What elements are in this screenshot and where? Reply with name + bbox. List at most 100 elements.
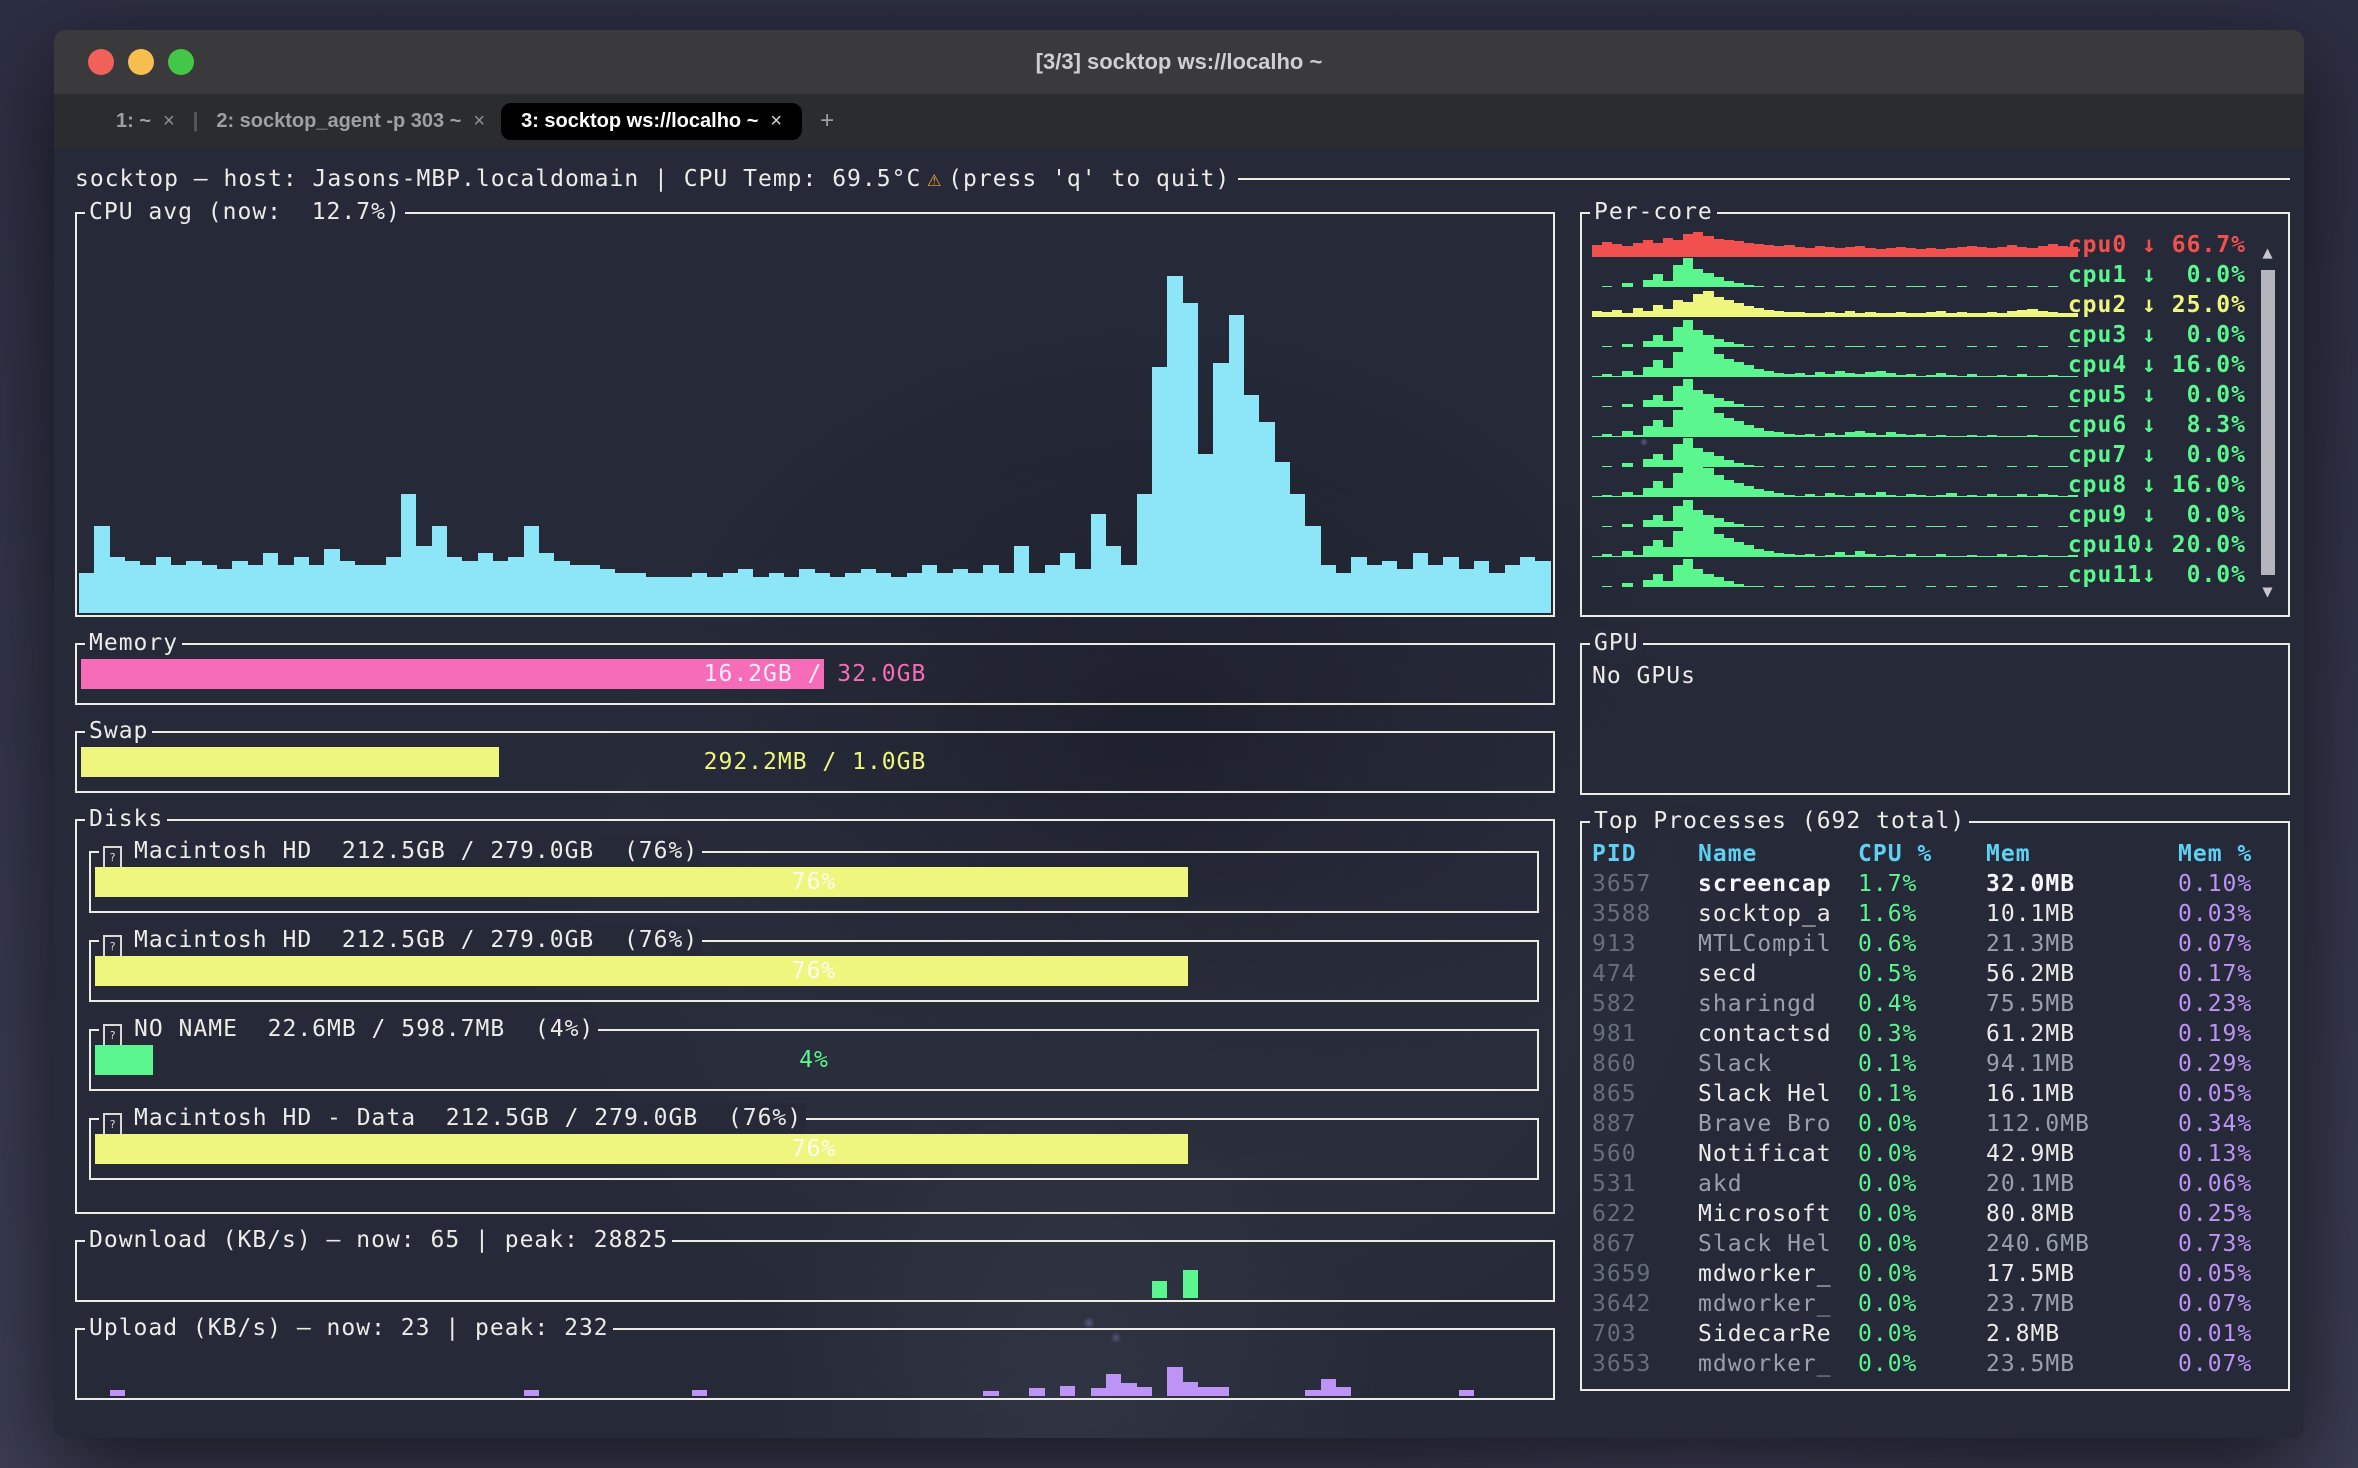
tab-2[interactable]: 2: socktop_agent -p 303 ~× bbox=[200, 103, 501, 140]
cpu11-spark-bar bbox=[1795, 586, 1805, 587]
tab-3-close-icon[interactable]: × bbox=[770, 110, 782, 133]
cpu-avg-bar bbox=[493, 561, 508, 613]
window-titlebar[interactable]: [3/3] socktop ws://localho ~ bbox=[54, 30, 2304, 94]
new-tab-button[interactable]: + bbox=[802, 107, 852, 135]
process-pid: 3588 bbox=[1592, 899, 1698, 929]
process-name: Slack Hel bbox=[1698, 1079, 1858, 1109]
tab-2-close-icon[interactable]: × bbox=[473, 110, 485, 133]
tab-1-close-icon[interactable]: × bbox=[163, 110, 175, 133]
process-mem: 42.9MB bbox=[1986, 1139, 2178, 1169]
process-row[interactable]: 887Brave Bro0.0%112.0MB0.34% bbox=[1592, 1109, 2278, 1139]
per-core-panel: Per-core cpu0 ↓ 66.7%cpu1 ↓ 0.0%cpu2 ↓ 2… bbox=[1580, 212, 2290, 617]
process-row[interactable]: 3642mdworker_0.0%23.7MB0.07% bbox=[1592, 1289, 2278, 1319]
cpu9-label: cpu9 ↓ 0.0% bbox=[2068, 500, 2246, 530]
disk-0-meter: 76%76% bbox=[95, 867, 1533, 897]
cpu-avg-bar bbox=[1305, 526, 1320, 613]
process-row[interactable]: 865Slack Hel0.1%16.1MB0.05% bbox=[1592, 1079, 2278, 1109]
process-row[interactable]: 703SidecarRe0.0%2.8MB0.01% bbox=[1592, 1319, 2278, 1349]
col-header-cpu[interactable]: CPU % bbox=[1858, 839, 1986, 869]
cpu0-label: cpu0 ↓ 66.7% bbox=[2068, 230, 2246, 260]
gpu-panel: GPU No GPUs bbox=[1580, 643, 2290, 795]
cpu-avg-bar bbox=[1106, 546, 1121, 613]
download-bar bbox=[1183, 1270, 1198, 1298]
col-header-mem[interactable]: Mem bbox=[1986, 839, 2178, 869]
cpu-avg-bar bbox=[570, 565, 585, 613]
cpu11-spark-bar bbox=[1673, 565, 1683, 587]
process-pid: 474 bbox=[1592, 959, 1698, 989]
cpu-avg-bar bbox=[432, 526, 447, 613]
cpu11-spark-bar bbox=[1825, 586, 1835, 587]
upload-bar bbox=[1167, 1367, 1182, 1396]
zoom-window-button[interactable] bbox=[168, 49, 194, 75]
disk-3-title: ?Macintosh HD - Data 212.5GB / 279.0GB (… bbox=[99, 1103, 806, 1133]
scroll-up-icon[interactable]: ▲ bbox=[2262, 242, 2273, 264]
process-name: contactsd bbox=[1698, 1019, 1858, 1049]
process-memp: 0.19% bbox=[2178, 1019, 2278, 1049]
process-cpu: 0.1% bbox=[1858, 1079, 1986, 1109]
col-header-name[interactable]: Name bbox=[1698, 839, 1858, 869]
process-row[interactable]: 913MTLCompil0.6%21.3MB0.07% bbox=[1592, 929, 2278, 959]
scrollbar-thumb[interactable] bbox=[2261, 270, 2275, 575]
cpu-avg-bar bbox=[401, 494, 416, 613]
upload-bar bbox=[1106, 1374, 1121, 1396]
cpu-avg-bar bbox=[1137, 494, 1152, 613]
process-row[interactable]: 560Notificat0.0%42.9MB0.13% bbox=[1592, 1139, 2278, 1169]
process-memp: 0.73% bbox=[2178, 1229, 2278, 1259]
core-rows: cpu0 ↓ 66.7%cpu1 ↓ 0.0%cpu2 ↓ 25.0%cpu3 … bbox=[1592, 230, 2246, 590]
process-mem: 23.5MB bbox=[1986, 1349, 2178, 1379]
tab-3-active[interactable]: 3: socktop ws://localho ~× bbox=[501, 103, 802, 140]
cpu11-spark-bar bbox=[2058, 586, 2068, 587]
process-pid: 582 bbox=[1592, 989, 1698, 1019]
process-cpu: 1.6% bbox=[1858, 899, 1986, 929]
minimize-window-button[interactable] bbox=[128, 49, 154, 75]
process-row[interactable]: 474secd0.5%56.2MB0.17% bbox=[1592, 959, 2278, 989]
process-row[interactable]: 3653mdworker_0.0%23.5MB0.07% bbox=[1592, 1349, 2278, 1379]
close-window-button[interactable] bbox=[88, 49, 114, 75]
cpu-avg-bar bbox=[156, 557, 171, 613]
process-row[interactable]: 582sharingd0.4%75.5MB0.23% bbox=[1592, 989, 2278, 1019]
cpu-avg-bar bbox=[524, 526, 539, 613]
traffic-lights bbox=[88, 30, 194, 94]
cpu-avg-bar bbox=[861, 569, 876, 613]
process-row[interactable]: 981contactsd0.3%61.2MB0.19% bbox=[1592, 1019, 2278, 1049]
col-header-memp[interactable]: Mem % bbox=[2178, 839, 2278, 869]
process-row[interactable]: 3657screencap1.7%32.0MB0.10% bbox=[1592, 869, 2278, 899]
process-mem: 94.1MB bbox=[1986, 1049, 2178, 1079]
tab-1-label: 1: ~ bbox=[116, 110, 151, 133]
upload-panel: Upload (KB/s) — now: 23 | peak: 232 bbox=[75, 1328, 1555, 1400]
per-core-scrollbar[interactable]: ▲ ▼ bbox=[2256, 242, 2280, 603]
process-name: MTLCompil bbox=[1698, 929, 1858, 959]
process-row[interactable]: 3659mdworker_0.0%17.5MB0.05% bbox=[1592, 1259, 2278, 1289]
cpu-avg-bar bbox=[600, 569, 615, 613]
process-row[interactable]: 867Slack Hel0.0%240.6MB0.73% bbox=[1592, 1229, 2278, 1259]
process-mem: 2.8MB bbox=[1986, 1319, 2178, 1349]
scroll-down-icon[interactable]: ▼ bbox=[2262, 581, 2273, 603]
process-row[interactable]: 622Microsoft0.0%80.8MB0.25% bbox=[1592, 1199, 2278, 1229]
process-mem: 16.1MB bbox=[1986, 1079, 2178, 1109]
upload-bar bbox=[1029, 1388, 1044, 1396]
cpu11-spark-bar bbox=[2038, 586, 2048, 587]
cpu4-label: cpu4 ↓ 16.0% bbox=[2068, 350, 2246, 380]
cpu-avg-bar bbox=[539, 553, 554, 613]
process-cpu: 0.0% bbox=[1858, 1199, 1986, 1229]
cpu1-label: cpu1 ↓ 0.0% bbox=[2068, 260, 2246, 290]
process-memp: 0.07% bbox=[2178, 1289, 2278, 1319]
process-cpu: 0.0% bbox=[1858, 1109, 1986, 1139]
process-header-row: PIDNameCPU %MemMem % bbox=[1592, 839, 2278, 869]
upload-bar bbox=[1305, 1390, 1320, 1396]
process-pid: 3642 bbox=[1592, 1289, 1698, 1319]
tab-1[interactable]: 1: ~ × bbox=[100, 103, 191, 140]
upload-bar bbox=[1091, 1388, 1106, 1396]
process-row[interactable]: 531akd0.0%20.1MB0.06% bbox=[1592, 1169, 2278, 1199]
col-header-pid[interactable]: PID bbox=[1592, 839, 1698, 869]
process-cpu: 0.0% bbox=[1858, 1229, 1986, 1259]
process-mem: 10.1MB bbox=[1986, 899, 2178, 929]
cpu-avg-bar bbox=[386, 557, 401, 613]
process-cpu: 0.4% bbox=[1858, 989, 1986, 1019]
process-row[interactable]: 3588socktop_a1.6%10.1MB0.03% bbox=[1592, 899, 2278, 929]
cpu-avg-bar bbox=[232, 561, 247, 613]
cpu11-spark-bar bbox=[1946, 586, 1956, 587]
process-name: mdworker_ bbox=[1698, 1259, 1858, 1289]
process-row[interactable]: 860Slack0.1%94.1MB0.29% bbox=[1592, 1049, 2278, 1079]
tab-bar: 1: ~× | 2: socktop_agent -p 303 ~× 3: so… bbox=[54, 94, 2304, 148]
